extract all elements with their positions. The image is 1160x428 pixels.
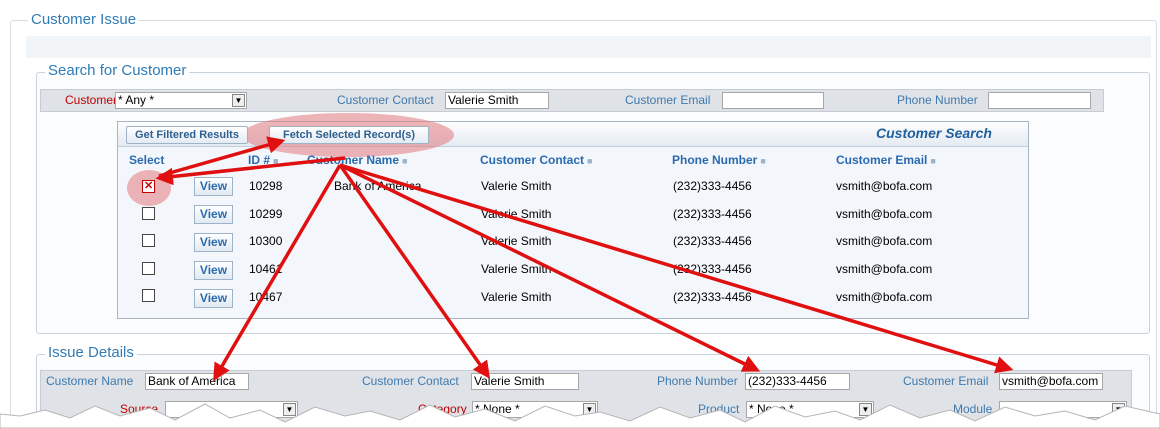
arrow-to-issue-name bbox=[213, 164, 342, 382]
arrow-to-issue-contact bbox=[338, 163, 491, 379]
annotation-arrows bbox=[155, 136, 1014, 382]
arrow-to-issue-phone bbox=[339, 163, 761, 372]
arrow-to-issue-email bbox=[339, 163, 1014, 374]
